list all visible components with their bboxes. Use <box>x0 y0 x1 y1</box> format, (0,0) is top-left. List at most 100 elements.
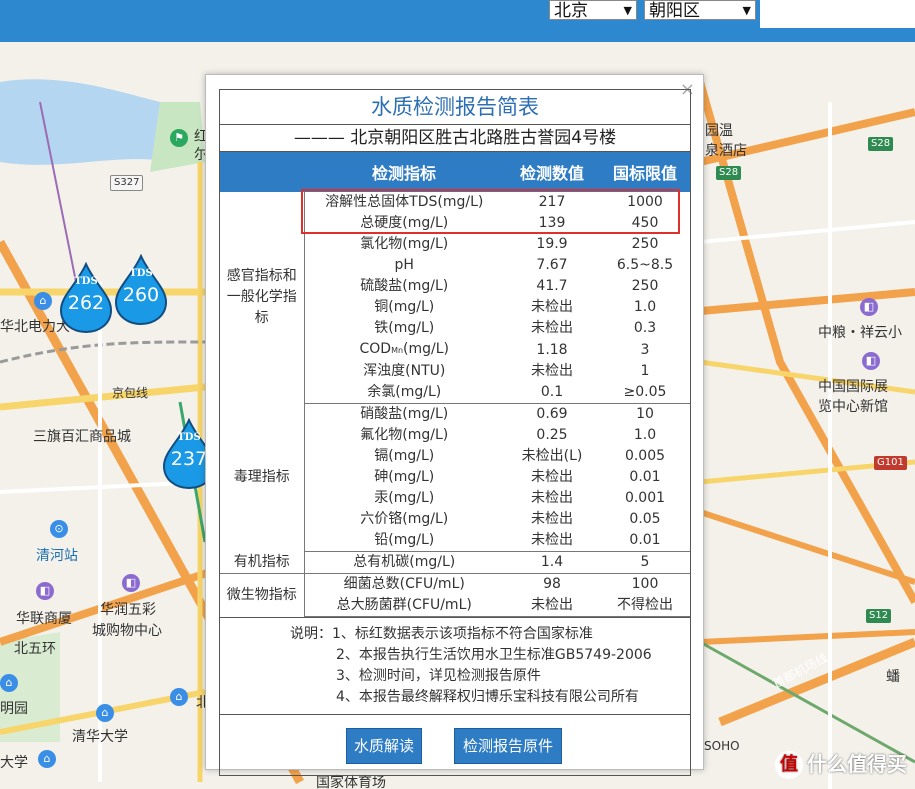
indicator-name: 汞(mg/L) <box>303 488 504 509</box>
limit-value: 不得检出 <box>600 595 690 617</box>
limit-value: 0.05 <box>629 511 661 527</box>
train-station-icon[interactable]: ⊙ <box>50 520 68 538</box>
water-report-modal: × 水质检测报告简表 ——— 北京朝阳区胜古北路胜古誉园4号楼 检测指标 检测数… <box>205 74 704 776</box>
road-shield: S28 <box>868 137 894 151</box>
indicator-name: 余氯(mg/L) <box>303 382 504 404</box>
map-label: 城购物中心 <box>92 623 162 639</box>
watermark-badge: 值 <box>775 751 803 779</box>
category-cell: 感官指标和一般化学指标 <box>220 192 305 404</box>
indicator-name-subscript: Mn <box>391 346 404 355</box>
category-cell: 微生物指标 <box>220 573 305 617</box>
tds-pin[interactable]: TDS 260 <box>112 254 170 326</box>
map-road-major <box>699 629 915 645</box>
tds-pin-label: TDS <box>129 268 153 279</box>
map-label: 大学 <box>0 755 28 771</box>
measured-value: 未检出 <box>504 530 600 552</box>
indicator-name: 铁(mg/L) <box>303 318 504 339</box>
indicator-name: 硝酸盐(mg/L) <box>303 403 504 425</box>
indicator-name: 总大肠菌群(CFU/mL) <box>303 595 504 617</box>
measured-value: 未检出 <box>531 320 573 336</box>
map-label: 华联商厦 <box>16 611 72 627</box>
map-label: 清河站 <box>36 548 78 564</box>
measured-value: 0.69 <box>536 406 568 422</box>
report-notes: 说明：1、标红数据表示该项指标不符合国家标准 2、本报告执行生活饮用水卫生标准G… <box>220 617 690 714</box>
poi-icon[interactable]: ◧ <box>862 352 880 370</box>
category-cell: 有机指标 <box>220 551 305 574</box>
shopping-icon[interactable]: ◧ <box>122 574 140 592</box>
table-row: 有机指标 总有机碳(mg/L) 1.4 5 <box>220 551 690 574</box>
map-label: 三旗百汇商品城 <box>33 429 131 445</box>
search-input[interactable] <box>760 0 915 28</box>
header-cell: 检测指标 <box>304 152 504 192</box>
poi-icon[interactable]: ⌂ <box>170 688 188 706</box>
indicator-name-main: COD <box>359 341 392 357</box>
tds-pin[interactable]: TDS 262 <box>57 262 115 334</box>
measured-value: 41.7 <box>536 278 568 294</box>
watermark-text: 什么值得买 <box>807 751 907 776</box>
map-label: 中国国际展 <box>818 379 888 395</box>
road-shield: S327 <box>110 175 144 191</box>
road-shield: S12 <box>866 609 892 623</box>
school-icon[interactable]: ⌂ <box>38 750 56 768</box>
map-rail <box>0 340 206 364</box>
measured-value: 0.25 <box>536 427 568 443</box>
limit-value: 0.005 <box>624 448 666 464</box>
measured-value: 未检出 <box>531 299 573 315</box>
poi-icon[interactable]: ⌂ <box>0 674 18 692</box>
measured-value: 98 <box>543 576 561 592</box>
indicator-name: 铜(mg/L) <box>303 297 504 318</box>
map-road-major <box>689 288 915 316</box>
note-line: 4、本报告最终解释权归博乐宝科技有限公司所有 <box>336 689 639 705</box>
report-header-row: 检测指标 检测数值 国标限值 <box>220 152 690 192</box>
limit-value: 1 <box>640 363 650 379</box>
limit-value: 100 <box>631 576 659 592</box>
note-line: 说明：1、标红数据表示该项指标不符合国家标准 <box>290 626 593 642</box>
report-actions: 水质解读 检测报告原件 <box>220 714 690 775</box>
road-shield: S28 <box>716 166 742 180</box>
report-body: 感官指标和一般化学指标 溶解性总固体TDS(mg/L) 217 1000 总硬度(mg/… <box>220 192 690 617</box>
poi-icon[interactable]: ⌂ <box>34 292 52 310</box>
indicator-name: 硫酸盐(mg/L) <box>303 276 504 297</box>
category-cell: 毒理指标 <box>220 403 305 552</box>
header-cell: 检测数值 <box>504 152 600 192</box>
map-label: 华润五彩 <box>100 602 156 618</box>
water-interpret-button[interactable]: 水质解读 <box>346 728 422 764</box>
city-select[interactable]: 北京 ▼ <box>549 0 637 21</box>
limit-value: 5 <box>600 551 690 574</box>
measured-value: 未检出 <box>504 595 600 617</box>
map-label: 北五环 <box>14 641 56 657</box>
school-icon[interactable]: ⌂ <box>96 704 114 722</box>
limit-value: 10 <box>636 406 654 422</box>
indicator-name: pH <box>303 255 504 276</box>
map-label: 京包线 <box>112 386 149 400</box>
indicator-name: 铅(mg/L) <box>303 530 504 552</box>
limit-value: ≥0.05 <box>600 382 690 404</box>
indicator-name-unit: (mg/L) <box>403 341 450 357</box>
limit-value: 0.01 <box>600 530 690 552</box>
limit-value: 0.01 <box>629 469 661 485</box>
map-label: 园温 <box>705 123 733 139</box>
note-line: 3、检测时间，详见检测报告原件 <box>336 668 541 684</box>
measured-value: 1.4 <box>504 551 600 574</box>
measured-value: 7.67 <box>536 257 568 273</box>
map-label: SOHO <box>704 739 740 753</box>
indicator-name: 氯化物(mg/L) <box>303 234 504 255</box>
limit-value: 3 <box>640 341 650 358</box>
map-label: 泉酒店 <box>705 143 747 159</box>
original-report-button[interactable]: 检测报告原件 <box>454 728 562 764</box>
measured-value: 19.9 <box>536 236 568 252</box>
poi-icon[interactable]: ⚑ <box>170 129 188 147</box>
shopping-icon[interactable]: ◧ <box>36 582 54 600</box>
report-title: 水质检测报告简表 <box>220 90 690 125</box>
measured-value: 未检出(L) <box>521 448 583 464</box>
measured-value: 未检出 <box>531 363 573 379</box>
measured-value: 未检出 <box>531 490 573 506</box>
measured-value: 1.18 <box>536 341 568 358</box>
district-select[interactable]: 朝阳区 ▼ <box>644 0 756 21</box>
map-road-minor <box>699 220 915 244</box>
shopping-icon[interactable]: ◧ <box>860 298 878 316</box>
chevron-down-icon: ▼ <box>742 4 751 17</box>
measured-value: 0.1 <box>504 382 600 404</box>
map-water <box>0 79 170 165</box>
tds-pin-value: 260 <box>122 284 160 306</box>
